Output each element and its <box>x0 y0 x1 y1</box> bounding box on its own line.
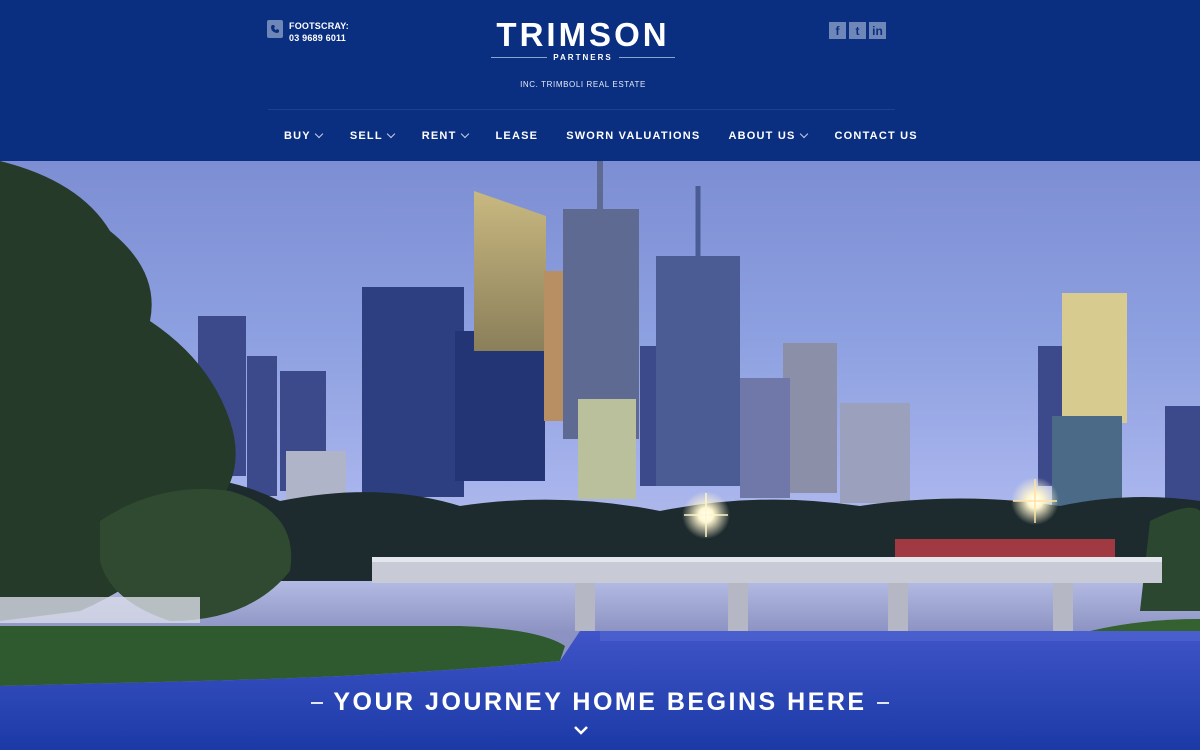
main-nav: BUY SELL RENT LEASE SWORN VALUATIONS ABO… <box>270 128 932 144</box>
facebook-icon[interactable]: f <box>829 22 846 39</box>
nav-item-rent[interactable]: RENT <box>408 128 482 144</box>
linkedin-icon[interactable]: in <box>869 22 886 39</box>
hero-tagline-row: YOUR JOURNEY HOME BEGINS HERE <box>0 688 1200 717</box>
contact-block[interactable]: FOOTSCRAY: 03 9689 6011 <box>267 20 349 44</box>
chevron-down-icon <box>386 129 395 139</box>
chevron-down-icon[interactable] <box>573 722 589 738</box>
nav-label: SWORN VALUATIONS <box>566 130 701 142</box>
nav-label: RENT <box>421 130 457 142</box>
divider <box>876 701 889 704</box>
nav-item-buy[interactable]: BUY <box>270 128 336 144</box>
nav-label: SELL <box>349 130 383 142</box>
brand-tagline: INC. TRIMBOLI REAL ESTATE <box>520 80 646 89</box>
nav-item-about-us[interactable]: ABOUT US <box>714 128 820 144</box>
brand-sub: PARTNERS <box>553 53 613 62</box>
contact-phone[interactable]: 03 9689 6011 <box>289 32 349 44</box>
nav-item-contact-us[interactable]: CONTACT US <box>821 128 932 144</box>
nav-item-sell[interactable]: SELL <box>336 128 408 144</box>
twitter-icon[interactable]: t <box>849 22 866 39</box>
brand-subline: PARTNERS <box>470 53 696 62</box>
hero-banner: YOUR JOURNEY HOME BEGINS HERE <box>0 161 1200 750</box>
divider <box>618 57 675 58</box>
site-logo[interactable]: TRIMSON PARTNERS <box>470 18 696 62</box>
contact-location: FOOTSCRAY: <box>289 21 350 31</box>
site-header: FOOTSCRAY: 03 9689 6011 TRIMSON PARTNERS… <box>0 0 1200 161</box>
chevron-down-icon <box>460 129 469 139</box>
nav-item-lease[interactable]: LEASE <box>482 128 553 144</box>
nav-item-sworn-valuations[interactable]: SWORN VALUATIONS <box>552 128 714 144</box>
nav-label: ABOUT US <box>728 130 796 142</box>
divider <box>491 57 548 58</box>
brand-name: TRIMSON <box>496 16 670 53</box>
nav-label: BUY <box>284 130 311 142</box>
divider <box>311 701 324 704</box>
city-skyline-image <box>0 161 1200 750</box>
social-links: f t in <box>829 22 886 39</box>
nav-divider <box>268 109 895 110</box>
chevron-down-icon <box>799 129 808 139</box>
chevron-down-icon <box>314 129 324 139</box>
hero-tagline: YOUR JOURNEY HOME BEGINS HERE <box>333 688 867 716</box>
nav-label: LEASE <box>495 130 539 142</box>
phone-icon <box>267 20 283 38</box>
nav-label: CONTACT US <box>834 130 918 142</box>
